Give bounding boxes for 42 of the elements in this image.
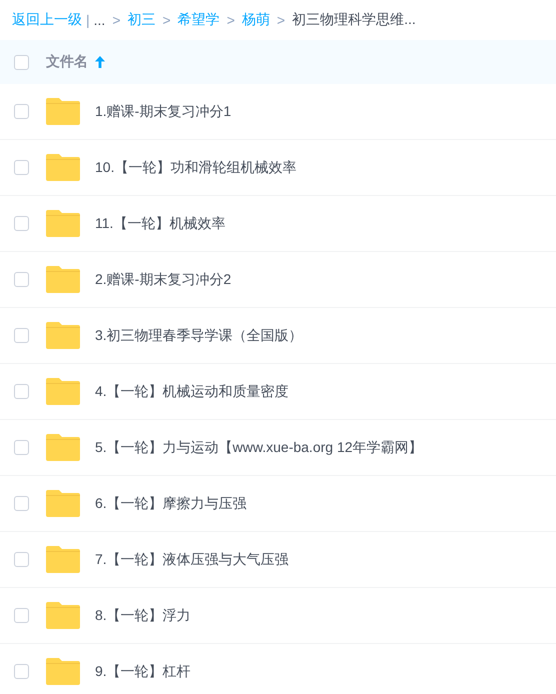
file-name[interactable]: 11.【一轮】机械效率: [95, 214, 226, 232]
file-name[interactable]: 6.【一轮】摩擦力与压强: [95, 494, 247, 512]
file-name[interactable]: 1.赠课-期末复习冲分1: [95, 102, 232, 120]
folder-icon: [46, 98, 80, 125]
checkbox[interactable]: [14, 496, 29, 511]
breadcrumb-separator: >: [162, 12, 171, 28]
folder-icon: [46, 378, 80, 405]
folder-icon: [46, 322, 80, 349]
breadcrumb-separator: >: [112, 12, 120, 28]
folder-icon: [46, 658, 80, 685]
folder-icon: [46, 490, 80, 517]
file-name[interactable]: 7.【一轮】液体压强与大气压强: [95, 550, 289, 568]
folder-icon: [46, 602, 80, 629]
checkbox[interactable]: [14, 608, 29, 623]
checkbox[interactable]: [14, 160, 29, 175]
file-name[interactable]: 5.【一轮】力与运动【www.xue-ba.org 12年学霸网】: [95, 438, 423, 456]
file-name[interactable]: 8.【一轮】浮力: [95, 606, 191, 624]
folder-icon: [46, 266, 80, 293]
checkbox[interactable]: [14, 328, 29, 343]
breadcrumb-text: ...: [94, 12, 106, 28]
breadcrumb-separator: >: [226, 12, 235, 28]
file-name[interactable]: 10.【一轮】功和滑轮组机械效率: [95, 158, 296, 176]
divider: |: [86, 12, 90, 28]
file-name[interactable]: 3.初三物理春季导学课（全国版）: [95, 326, 303, 344]
folder-icon: [46, 546, 80, 573]
checkbox[interactable]: [14, 216, 29, 231]
checkbox[interactable]: [14, 384, 29, 399]
checkbox[interactable]: [14, 104, 29, 119]
folder-icon: [46, 154, 80, 181]
breadcrumb-text: 初三物理科学思维...: [292, 11, 416, 29]
file-name[interactable]: 2.赠课-期末复习冲分2: [95, 270, 232, 288]
folder-icon: [46, 434, 80, 461]
checkbox[interactable]: [14, 664, 29, 679]
checkbox[interactable]: [14, 552, 29, 567]
sort-arrow-icon[interactable]: [95, 56, 105, 68]
checkbox[interactable]: [14, 54, 29, 70]
file-name[interactable]: 4.【一轮】机械运动和质量密度: [95, 382, 289, 400]
file-name[interactable]: 9.【一轮】杠杆: [95, 662, 191, 680]
checkbox[interactable]: [14, 272, 29, 287]
checkbox[interactable]: [14, 440, 29, 455]
folder-icon: [46, 210, 80, 237]
breadcrumb-separator: >: [276, 12, 286, 28]
